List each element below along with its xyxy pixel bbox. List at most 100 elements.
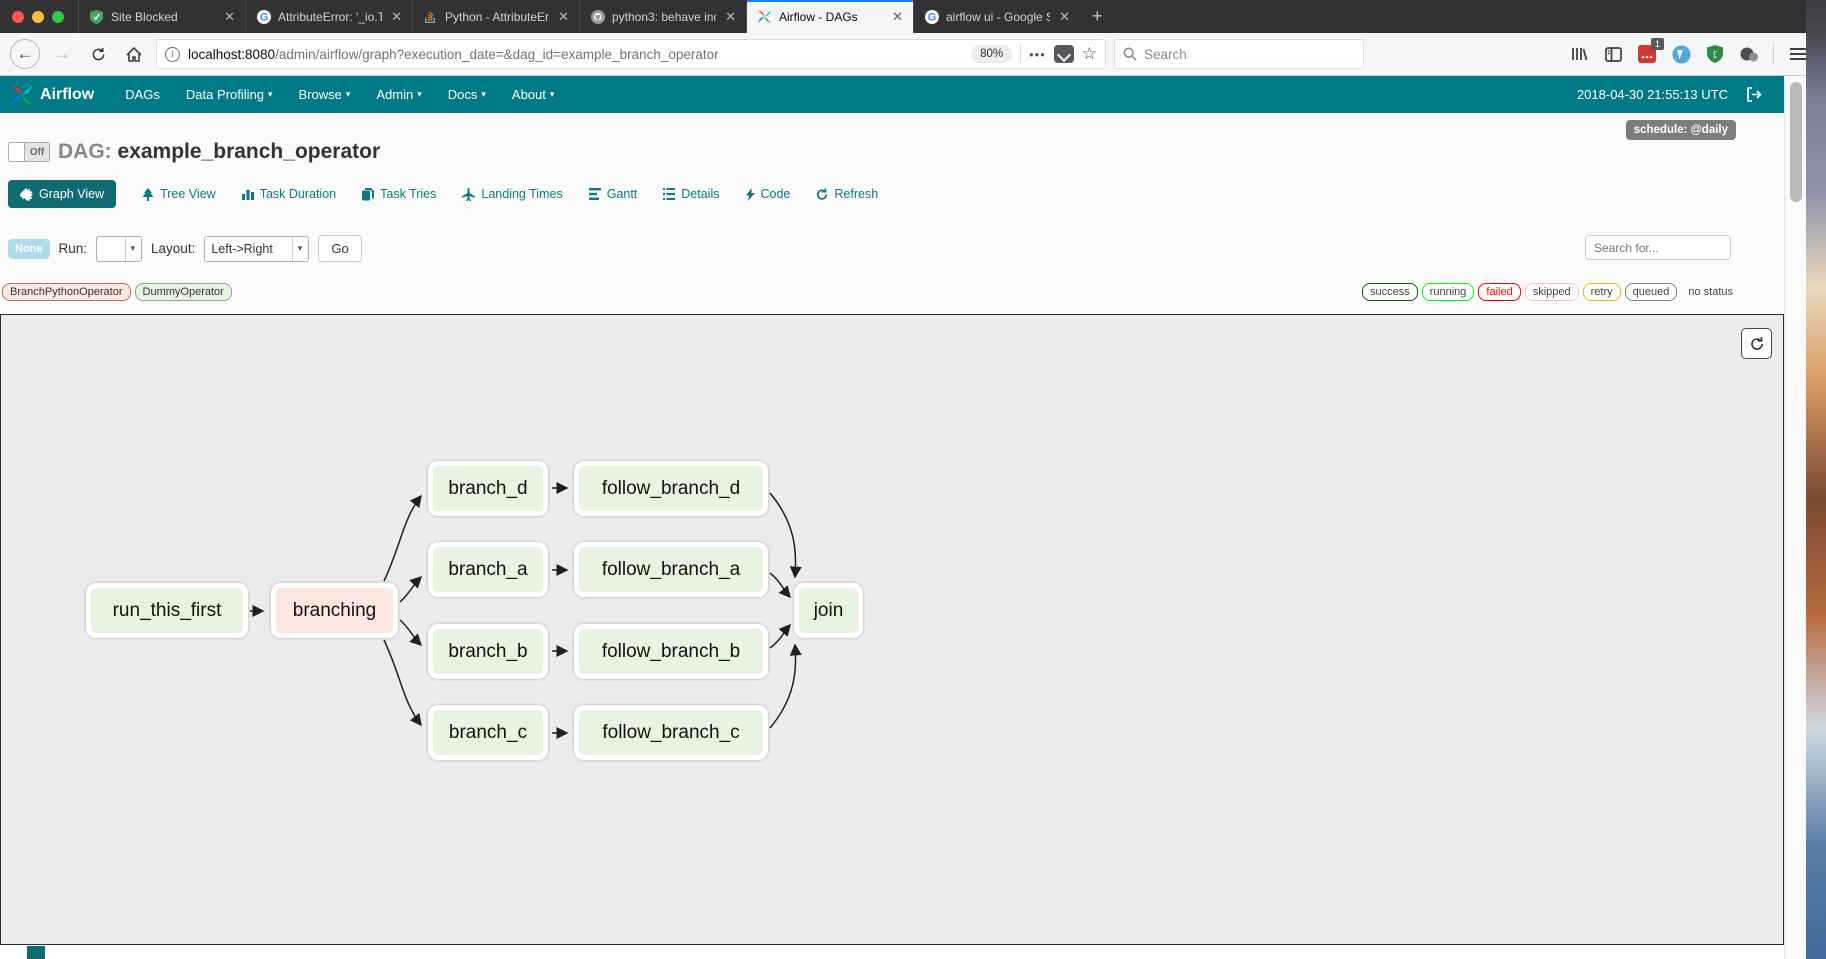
task-node-branch-a[interactable]: branch_a bbox=[428, 542, 548, 597]
bookmark-star-icon[interactable]: ☆ bbox=[1082, 44, 1097, 64]
close-icon[interactable]: ✕ bbox=[222, 9, 237, 25]
nav-item-browse[interactable]: Browse▾ bbox=[285, 76, 363, 113]
tab-graph-view[interactable]: Graph View bbox=[8, 180, 116, 208]
tree-icon bbox=[142, 188, 154, 201]
nav-item-admin[interactable]: Admin▾ bbox=[363, 76, 434, 113]
privacy-shield-icon[interactable]: £ bbox=[1705, 44, 1725, 64]
task-node-follow-branch-d[interactable]: follow_branch_d bbox=[574, 461, 768, 516]
tab-python-so[interactable]: Python - AttributeError: '_io.Tex ✕ bbox=[412, 0, 579, 33]
pocket-icon[interactable] bbox=[1054, 45, 1074, 63]
tab-gantt[interactable]: Gantt bbox=[589, 187, 638, 201]
status-pill-retry: retry bbox=[1583, 283, 1621, 301]
status-pill-queued: queued bbox=[1625, 283, 1678, 301]
gantt-icon bbox=[589, 188, 601, 200]
search-bar[interactable]: Search bbox=[1114, 39, 1364, 69]
menu-icon[interactable] bbox=[1788, 44, 1808, 64]
graph-refresh-button[interactable] bbox=[1741, 328, 1772, 359]
tab-bar: Site Blocked ✕ G AttributeError: '_io.Te… bbox=[0, 0, 1826, 33]
task-node-run-this-first[interactable]: run_this_first bbox=[86, 583, 248, 638]
new-tab-button[interactable]: + bbox=[1080, 0, 1115, 33]
utc-clock: 2018-04-30 21:55:13 UTC bbox=[1577, 87, 1728, 102]
schedule-badge: schedule: @daily bbox=[1626, 120, 1736, 140]
operator-pill-dummy: DummyOperator bbox=[135, 283, 232, 301]
task-node-branching[interactable]: branching bbox=[271, 583, 398, 638]
close-icon[interactable]: ✕ bbox=[556, 9, 571, 25]
dag-pause-toggle[interactable]: Off bbox=[8, 142, 50, 162]
page-scrollbar[interactable] bbox=[1784, 76, 1806, 959]
task-node-join[interactable]: join bbox=[794, 583, 863, 638]
close-icon[interactable]: ✕ bbox=[890, 9, 905, 25]
sidebar-toggle-icon[interactable] bbox=[1603, 44, 1623, 64]
go-button[interactable]: Go bbox=[318, 235, 361, 262]
task-node-follow-branch-c[interactable]: follow_branch_c bbox=[574, 705, 768, 760]
nav-label: About bbox=[512, 87, 546, 102]
back-button[interactable]: ← bbox=[10, 39, 40, 69]
page-title: DAG: example_branch_operator bbox=[58, 140, 380, 164]
refresh-icon bbox=[816, 188, 828, 201]
tab-task-tries[interactable]: Task Tries bbox=[362, 187, 436, 201]
tab-landing-times[interactable]: Landing Times bbox=[462, 187, 562, 201]
tab-tree-view[interactable]: Tree View bbox=[142, 187, 216, 201]
tab-details[interactable]: Details bbox=[663, 187, 719, 201]
tab-attribute-error[interactable]: G AttributeError: '_io.TextIOWrapp ✕ bbox=[245, 0, 412, 33]
dag-graph-panel[interactable]: run_this_first branching branch_d follow… bbox=[0, 314, 1784, 945]
caret-down-icon: ▾ bbox=[550, 89, 555, 100]
task-node-branch-c[interactable]: branch_c bbox=[428, 705, 548, 760]
zoom-level-badge[interactable]: 80% bbox=[971, 45, 1012, 63]
airflow-logo[interactable]: Airflow bbox=[10, 83, 112, 107]
task-search-input[interactable] bbox=[1585, 235, 1731, 260]
nav-item-dags[interactable]: DAGs bbox=[112, 76, 173, 113]
home-button[interactable] bbox=[120, 40, 148, 68]
refresh-link[interactable]: Refresh bbox=[816, 187, 878, 201]
task-node-branch-b[interactable]: branch_b bbox=[428, 624, 548, 679]
nav-item-data-profiling[interactable]: Data Profiling▾ bbox=[173, 76, 286, 113]
ghostery-extension-icon[interactable] bbox=[1739, 44, 1759, 64]
bolt-icon bbox=[746, 188, 755, 201]
close-icon[interactable]: ✕ bbox=[389, 9, 404, 25]
library-icon[interactable] bbox=[1569, 44, 1589, 64]
tab-github[interactable]: python3: behave incorrectly mo ✕ bbox=[579, 0, 746, 33]
close-window-button[interactable] bbox=[12, 11, 24, 23]
caret-down-icon: ▾ bbox=[125, 237, 136, 261]
nav-item-docs[interactable]: Docs▾ bbox=[435, 76, 499, 113]
task-node-branch-d[interactable]: branch_d bbox=[428, 461, 548, 516]
tab-task-duration[interactable]: Task Duration bbox=[242, 187, 336, 201]
nav-label: Browse bbox=[298, 87, 341, 102]
page-actions-icon[interactable]: ••• bbox=[1029, 47, 1046, 62]
tab-google-search[interactable]: G airflow ui - Google Search ✕ bbox=[913, 0, 1080, 33]
blue-extension-icon[interactable] bbox=[1671, 44, 1691, 64]
view-label: Tree View bbox=[160, 187, 216, 201]
minimize-window-button[interactable] bbox=[32, 11, 44, 23]
plane-icon bbox=[462, 188, 475, 201]
close-icon[interactable]: ✕ bbox=[1057, 9, 1072, 25]
status-pill-failed: failed bbox=[1478, 283, 1520, 301]
page-info-icon[interactable]: i bbox=[165, 47, 180, 62]
task-node-follow-branch-a[interactable]: follow_branch_a bbox=[574, 542, 768, 597]
url-text[interactable]: localhost:8080/admin/airflow/graph?execu… bbox=[188, 47, 963, 62]
airflow-icon bbox=[757, 9, 772, 24]
reload-button[interactable] bbox=[84, 40, 112, 68]
toggle-label: Off bbox=[25, 147, 49, 158]
scrollbar-thumb[interactable] bbox=[1790, 82, 1802, 202]
graph-view-icon bbox=[20, 188, 33, 201]
view-label: Code bbox=[761, 187, 791, 201]
toggle-knob bbox=[9, 143, 25, 161]
tab-site-blocked[interactable]: Site Blocked ✕ bbox=[78, 0, 245, 33]
nav-item-about[interactable]: About ▾ bbox=[499, 76, 568, 113]
url-bar[interactable]: i localhost:8080/admin/airflow/graph?exe… bbox=[156, 39, 1106, 69]
tab-code[interactable]: Code bbox=[746, 187, 791, 201]
airflow-navbar: Airflow DAGs Data Profiling▾ Browse▾ Adm… bbox=[0, 76, 1786, 113]
screenshot-extension-icon[interactable]: 1 bbox=[1637, 44, 1657, 64]
tab-airflow-dags[interactable]: Airflow - DAGs ✕ bbox=[746, 0, 913, 33]
task-node-follow-branch-b[interactable]: follow_branch_b bbox=[574, 624, 768, 679]
zoom-window-button[interactable] bbox=[52, 11, 64, 23]
close-icon[interactable]: ✕ bbox=[723, 9, 738, 25]
layout-select[interactable]: Left->Right ▾ bbox=[204, 236, 309, 262]
tab-title: Python - AttributeError: '_io.Tex bbox=[445, 10, 549, 24]
layout-select-value: Left->Right bbox=[211, 242, 273, 256]
nav-label: Docs bbox=[448, 87, 478, 102]
logout-icon[interactable] bbox=[1746, 87, 1762, 102]
run-select[interactable]: ▾ bbox=[96, 236, 142, 262]
run-label: Run: bbox=[59, 241, 88, 256]
forward-button[interactable]: → bbox=[48, 40, 76, 68]
